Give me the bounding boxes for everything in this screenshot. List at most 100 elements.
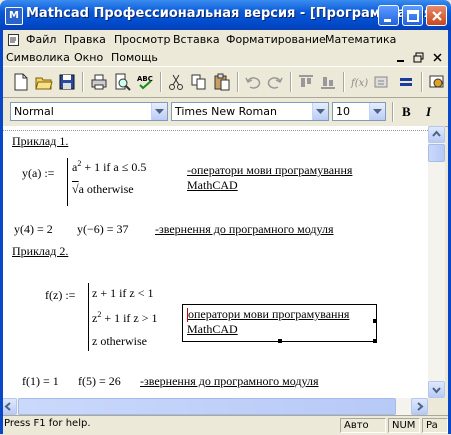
menu-insert[interactable]: Вставка: [173, 33, 220, 46]
font-size-value: 10: [336, 105, 350, 118]
italic-button[interactable]: I: [426, 104, 431, 120]
font-size-select[interactable]: 10: [332, 102, 386, 121]
bold-button[interactable]: B: [402, 104, 411, 120]
example-2-eval-comment[interactable]: -звернення до програмного модуля: [140, 374, 319, 389]
case-1-exponent: 2: [77, 159, 82, 168]
doc-restore-button[interactable]: [411, 51, 427, 65]
insert-component-icon[interactable]: [428, 73, 446, 91]
status-calc-mode[interactable]: Авто: [340, 418, 386, 433]
style-select[interactable]: Normal: [10, 102, 168, 121]
example-2-case-2[interactable]: z2 + 1 if z > 1: [92, 310, 158, 326]
paste-icon[interactable]: [213, 73, 231, 91]
cut-scissors-icon[interactable]: [167, 73, 185, 91]
status-bar: Press F1 for help. Авто NUM Pa: [0, 415, 451, 435]
scroll-corner: [428, 398, 445, 415]
insert-unit-icon[interactable]: [373, 73, 391, 91]
status-page: Pa: [422, 418, 448, 433]
worksheet[interactable]: Приклад 1. y(a) := a2 + 1 if a ≤ 0.5 √a …: [0, 126, 428, 398]
resize-handle-bottom[interactable]: [278, 339, 282, 343]
example-2-function-name[interactable]: f(z) :=: [45, 288, 75, 303]
chevron-down-icon[interactable]: [369, 103, 385, 120]
formatting-toolbar: Normal Times New Roman 10 B I: [0, 98, 451, 127]
doc-close-button[interactable]: [430, 51, 446, 65]
resize-handle-right[interactable]: [373, 319, 377, 323]
case-1-rest: + 1 if a ≤ 0.5: [84, 160, 147, 174]
menu-file[interactable]: Файл: [26, 33, 56, 46]
print-icon[interactable]: [90, 73, 108, 91]
selected-text-region[interactable]: оператори мови програмування MathCAD: [182, 304, 377, 343]
close-button[interactable]: [426, 5, 447, 26]
maximize-button[interactable]: [402, 5, 423, 26]
vertical-scrollbar[interactable]: [428, 126, 445, 398]
example-1-case-1[interactable]: a2 + 1 if a ≤ 0.5: [72, 159, 146, 175]
status-help-text: Press F1 for help.: [4, 418, 91, 429]
minimize-button[interactable]: [378, 5, 399, 26]
menu-format[interactable]: Форматирование: [226, 33, 326, 46]
chevron-down-icon[interactable]: [312, 103, 328, 120]
svg-text:f(x): f(x): [350, 78, 368, 89]
sqrt-symbol: √: [72, 182, 79, 196]
example-1-eval-comment[interactable]: -звернення до програмного модуля: [155, 222, 334, 237]
menu-bar-row-2: Символика Окно Помощь: [0, 48, 451, 68]
window-title: Mathcad Профессиональная версия - [Прогр…: [26, 6, 439, 21]
font-select[interactable]: Times New Roman: [171, 102, 329, 121]
scroll-left-button[interactable]: [0, 398, 17, 415]
insert-function-icon[interactable]: f(x): [350, 73, 368, 91]
style-select-value: Normal: [14, 105, 54, 118]
menu-edit[interactable]: Правка: [64, 33, 106, 46]
program-bar: [67, 158, 68, 206]
mathcad-app-icon[interactable]: M: [5, 7, 23, 25]
menu-help[interactable]: Помощь: [111, 51, 158, 64]
font-select-value: Times New Roman: [175, 105, 277, 118]
undo-icon[interactable]: [244, 73, 262, 91]
example-2-case-1[interactable]: z + 1 if z < 1: [92, 286, 154, 301]
document-icon[interactable]: [8, 34, 19, 46]
example-2-case-3[interactable]: z otherwise: [92, 334, 147, 349]
example-1-comment-line-2[interactable]: MathCAD: [187, 178, 238, 193]
example-2-eval-2[interactable]: f(5) = 26: [78, 374, 121, 389]
redo-icon[interactable]: [266, 73, 284, 91]
ruler: [0, 126, 428, 131]
example-1-comment-line-1[interactable]: -оператори мови програмування: [187, 163, 352, 178]
menu-window[interactable]: Окно: [74, 51, 103, 64]
example-1-title[interactable]: Приклад 1.: [12, 134, 68, 149]
open-folder-icon[interactable]: [35, 73, 53, 91]
scroll-down-button[interactable]: [428, 381, 445, 398]
example-2-title[interactable]: Приклад 2.: [12, 244, 68, 259]
new-document-icon[interactable]: [12, 73, 30, 91]
doc-minimize-button[interactable]: [393, 51, 409, 65]
menu-math[interactable]: Математика: [325, 33, 396, 46]
align-top-icon[interactable]: [297, 73, 315, 91]
example-2-comment-line-2[interactable]: MathCAD: [187, 322, 238, 337]
print-preview-icon[interactable]: [113, 73, 131, 91]
example-1-eval-2[interactable]: y(−6) = 37: [77, 222, 129, 237]
calculate-equals-icon[interactable]: [397, 73, 415, 91]
example-2-comment-line-1[interactable]: оператори мови програмування: [188, 307, 349, 322]
case-2-exponent: 2: [97, 310, 102, 319]
menu-view[interactable]: Просмотр: [114, 33, 170, 46]
program-bar: [88, 283, 89, 351]
example-1-eval-1[interactable]: y(4) = 2: [14, 222, 53, 237]
example-2-eval-1[interactable]: f(1) = 1: [22, 374, 59, 389]
standard-toolbar: ABC f(x): [0, 66, 451, 98]
status-num-lock: NUM: [388, 418, 420, 433]
menu-symbolics[interactable]: Символика: [6, 51, 70, 64]
example-1-case-2[interactable]: √a otherwise: [72, 182, 134, 197]
horizontal-scroll-thumb[interactable]: [18, 398, 396, 415]
title-bar[interactable]: M Mathcad Профессиональная версия - [Про…: [0, 0, 451, 30]
sqrt-radical: √: [72, 182, 79, 196]
scroll-up-button[interactable]: [428, 126, 445, 143]
spell-check-icon[interactable]: ABC: [136, 73, 154, 91]
menu-bar: Файл Правка Просмотр Вставка Форматирова…: [0, 30, 451, 50]
align-bottom-icon[interactable]: [319, 73, 337, 91]
chevron-down-icon[interactable]: [151, 103, 167, 120]
vertical-scroll-thumb[interactable]: [428, 144, 445, 162]
example-1-function-name[interactable]: y(a) :=: [22, 166, 54, 181]
case-2-rest: + 1 if z > 1: [104, 311, 158, 325]
case-2-rest: a otherwise: [78, 182, 134, 196]
scroll-right-button[interactable]: [411, 398, 428, 415]
resize-handle-corner[interactable]: [373, 339, 377, 343]
horizontal-scrollbar[interactable]: [0, 398, 428, 415]
copy-icon[interactable]: [190, 73, 208, 91]
save-disk-icon[interactable]: [58, 73, 76, 91]
